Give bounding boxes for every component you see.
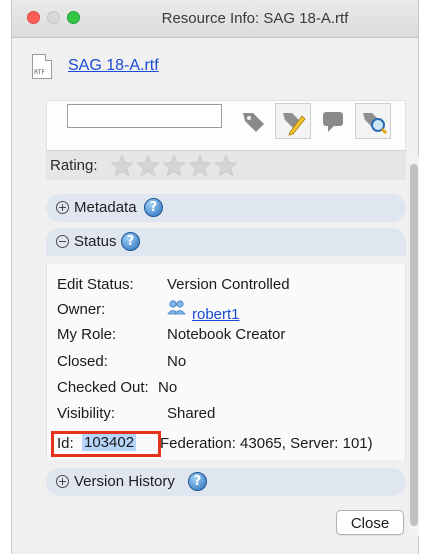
status-section-body: Edit Status: Version Controlled Owner: r… bbox=[46, 264, 406, 460]
visibility-value: Shared bbox=[167, 405, 216, 422]
window-content: RTF SAG 18-A.rtf Rating: + Metadata ? − … bbox=[12, 38, 419, 554]
file-name-link[interactable]: SAG 18-A.rtf bbox=[68, 57, 159, 75]
collapse-icon[interactable]: − bbox=[56, 235, 69, 248]
scrollbar-thumb[interactable] bbox=[410, 164, 418, 526]
help-icon[interactable]: ? bbox=[121, 232, 140, 251]
resource-info-window: Resource Info: SAG 18-A.rtf RTF SAG 18-A… bbox=[11, 0, 419, 554]
visibility-label: Visibility: bbox=[57, 405, 116, 422]
help-icon[interactable]: ? bbox=[144, 198, 163, 217]
expand-icon[interactable]: + bbox=[56, 201, 69, 214]
tag-search-icon[interactable] bbox=[355, 103, 391, 139]
tag-input[interactable] bbox=[67, 104, 222, 128]
rtf-file-icon: RTF bbox=[32, 54, 52, 79]
federation-server-text: Federation: 43065, Server: 101) bbox=[160, 435, 373, 452]
close-button[interactable]: Close bbox=[336, 510, 404, 535]
rating-star-2[interactable] bbox=[135, 153, 161, 179]
expand-icon[interactable]: + bbox=[56, 475, 69, 488]
rating-star-1[interactable] bbox=[109, 153, 135, 179]
file-type-label: RTF bbox=[34, 69, 45, 76]
window-zoom-button[interactable] bbox=[67, 11, 80, 24]
title-bar: Resource Info: SAG 18-A.rtf bbox=[12, 0, 418, 38]
rating-label: Rating: bbox=[50, 157, 98, 174]
edit-status-value: Version Controlled bbox=[167, 276, 290, 293]
owner-row: Owner: robert1 bbox=[57, 300, 357, 323]
id-label: Id: bbox=[57, 435, 74, 452]
rating-star-3[interactable] bbox=[161, 153, 187, 179]
checked-out-value: No bbox=[158, 379, 178, 396]
closed-value: No bbox=[167, 353, 187, 370]
comment-icon[interactable] bbox=[315, 103, 351, 139]
rating-star-4[interactable] bbox=[187, 153, 213, 179]
window-close-button[interactable] bbox=[27, 11, 40, 24]
tag-edit-icon[interactable] bbox=[275, 103, 311, 139]
status-section-label[interactable]: Status bbox=[74, 233, 117, 250]
owner-link[interactable]: robert1 bbox=[192, 306, 240, 323]
checked-out-label: Checked Out: bbox=[57, 379, 149, 396]
metadata-section-header[interactable]: + Metadata ? bbox=[46, 194, 406, 222]
version-history-section-header[interactable]: + Version History ? bbox=[46, 468, 406, 496]
metadata-section-label[interactable]: Metadata bbox=[74, 199, 137, 216]
window-minimize-button[interactable] bbox=[47, 11, 60, 24]
status-section-header[interactable]: − Status ? bbox=[46, 228, 406, 256]
window-title: Resource Info: SAG 18-A.rtf bbox=[161, 10, 349, 27]
id-value[interactable]: 103402 bbox=[82, 434, 137, 451]
my-role-value: Notebook Creator bbox=[167, 326, 286, 343]
owner-label: Owner: bbox=[57, 301, 106, 318]
closed-label: Closed: bbox=[57, 353, 108, 370]
version-history-section-label[interactable]: Version History bbox=[74, 473, 175, 490]
edit-status-label: Edit Status: bbox=[57, 276, 134, 293]
tag-icon[interactable] bbox=[235, 103, 271, 139]
rating-star-5[interactable] bbox=[213, 153, 239, 179]
vertical-scrollbar[interactable] bbox=[409, 156, 419, 536]
help-icon[interactable]: ? bbox=[188, 472, 207, 491]
user-group-icon bbox=[167, 300, 186, 315]
my-role-label: My Role: bbox=[57, 326, 117, 343]
rating-row: Rating: bbox=[46, 150, 406, 180]
